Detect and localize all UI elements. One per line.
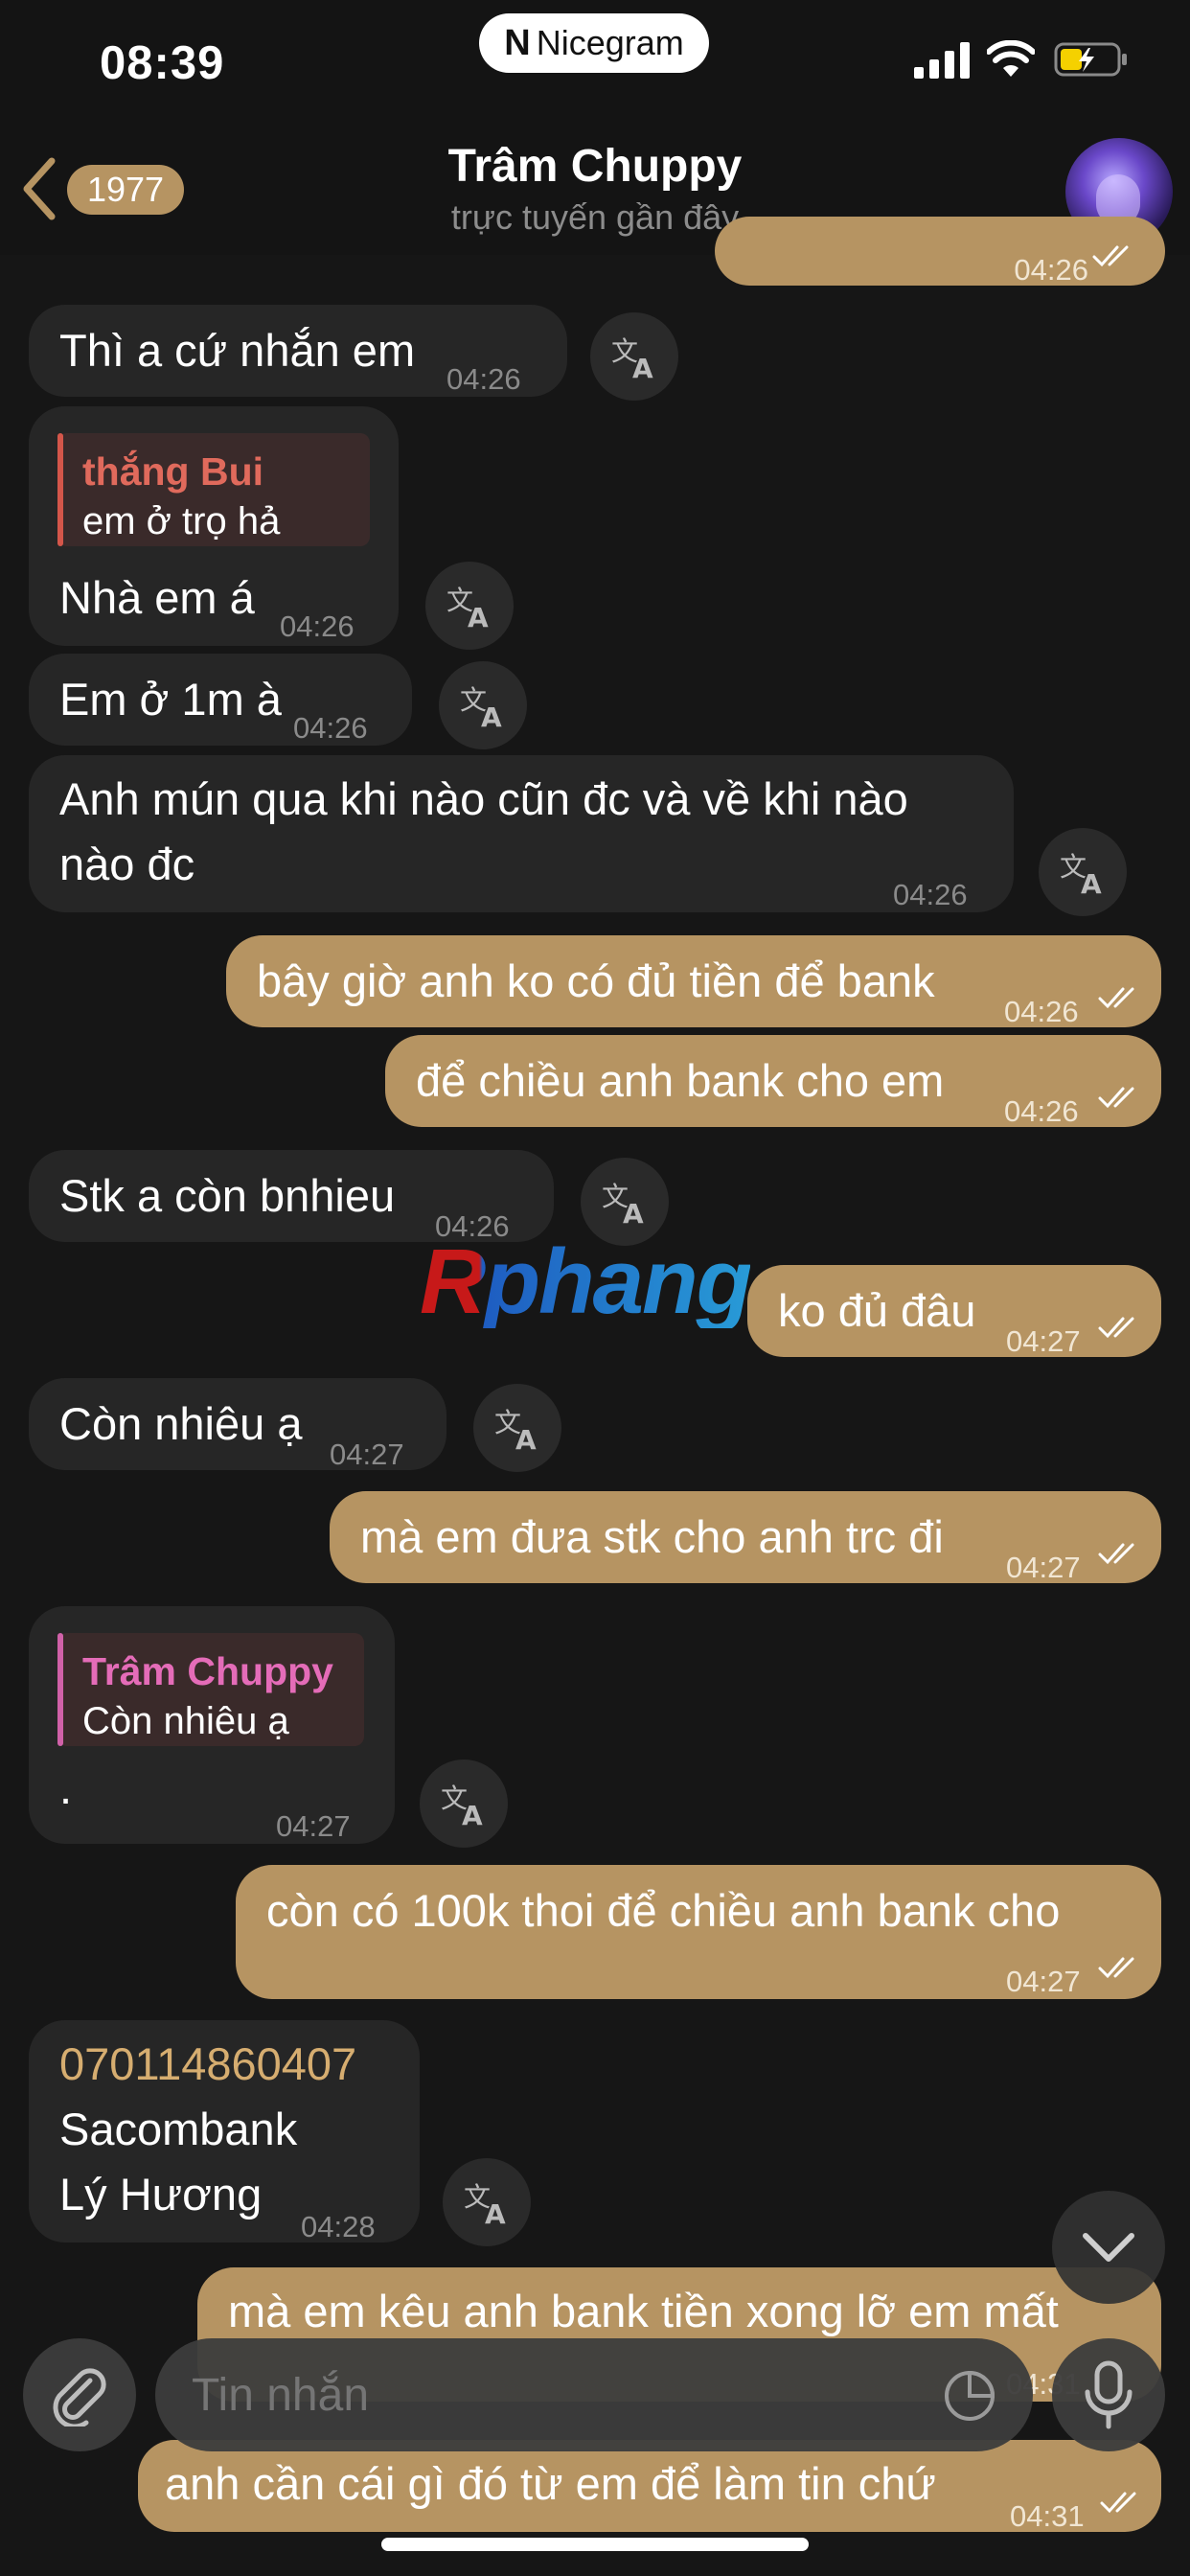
message-time: 04:26 [893,878,968,911]
battery-icon [1054,42,1127,77]
message-text: mà em kêu anh bank tiền xong lỡ em mất [228,2286,1059,2336]
reply-preview[interactable]: thắng Bui em ở trọ hả [57,433,370,546]
svg-text:A: A [632,353,653,383]
svg-text:A: A [468,602,489,632]
sticker-icon[interactable] [941,2367,998,2425]
message-time: 04:27 [1006,1324,1081,1358]
double-check-icon [1098,1087,1134,1109]
message-out[interactable]: ko đủ đâu 04:27 [747,1265,1161,1358]
svg-text:A: A [1081,868,1102,899]
message-in[interactable]: Trâm Chuppy Còn nhiêu ạ . 04:27 [29,1606,395,1844]
wifi-icon [987,40,1035,77]
message-time: 04:26 [446,362,521,396]
svg-text:A: A [481,702,502,732]
message-text: Nhà em á [59,572,255,623]
svg-text:A: A [462,1800,483,1830]
message-input[interactable] [190,2338,903,2453]
message-time: 04:27 [276,1809,351,1843]
nicegram-label: Nicegram [536,23,684,62]
double-check-icon [1100,2492,1136,2514]
paperclip-icon [53,2368,106,2426]
message-out[interactable]: mà em đưa stk cho anh trc đi 04:27 [330,1491,1161,1584]
message-text: còn có 100k thoi để chiều anh bank cho [266,1885,1061,1936]
message-in[interactable]: 070114860407 Sacombank Lý Hương 04:28 [29,2020,420,2243]
message-text: . [59,1762,73,1813]
watermark-logo: Rphang [420,1230,752,1333]
message-text: Stk a còn bnhieu [59,1170,396,1221]
message-time: 04:26 [280,610,355,643]
message-text: Anh mún qua khi nào cũn đc và về khi nào… [59,773,908,889]
svg-text:A: A [485,2198,506,2229]
message-time: 04:26 [1014,253,1088,287]
double-check-icon [1098,1957,1134,1979]
message-text: Thì a cứ nhắn em [59,325,416,376]
translate-icon: 文A [446,585,489,632]
translate-icon: 文A [464,2181,506,2229]
translate-button[interactable]: 文A [425,562,514,650]
message-text: anh cần cái gì đó từ em để làm tin chứ [165,2458,936,2509]
message-in[interactable]: Thì a cứ nhắn em 04:26 [29,305,567,397]
message-text: bây giờ anh ko có đủ tiền để bank [257,955,935,1006]
svg-text:A: A [515,1424,537,1455]
double-check-icon [1092,245,1129,267]
message-time: 04:26 [293,711,368,745]
reply-text: em ở trọ hả [82,500,281,542]
message-time: 04:28 [301,2210,376,2243]
translate-icon: 文A [611,335,653,383]
message-out[interactable]: 04:26 [715,217,1165,287]
translate-button[interactable]: 文A [420,1760,508,1848]
message-composer[interactable] [155,2338,1033,2453]
attach-button[interactable] [23,2338,136,2451]
translate-button[interactable]: 文A [439,661,527,749]
message-time: 04:31 [1010,2499,1085,2533]
microphone-icon [1085,2360,1133,2429]
message-text: ko đủ đâu [778,1285,976,1336]
message-out[interactable]: còn có 100k thoi để chiều anh bank cho 0… [236,1865,1161,1999]
double-check-icon [1098,1543,1134,1565]
message-text: Em ở 1m à [59,674,282,724]
translate-button[interactable]: 文A [443,2158,531,2246]
message-in[interactable]: Còn nhiêu ạ 04:27 [29,1378,446,1471]
translate-icon: 文A [460,684,502,732]
chat-title[interactable]: Trâm Chuppy [0,140,1190,193]
translate-icon: 文A [602,1181,644,1229]
translate-icon: 文A [494,1407,537,1455]
svg-text:A: A [623,1198,644,1229]
message-out[interactable]: để chiều anh bank cho em 04:26 [385,1035,1161,1128]
message-time: 04:27 [1006,1965,1081,1998]
message-text: Còn nhiêu ạ [59,1398,303,1449]
reply-preview[interactable]: Trâm Chuppy Còn nhiêu ạ [57,1633,364,1746]
message-time: 04:26 [1004,1094,1079,1128]
message-text: Sacombank Lý Hương [59,2104,298,2220]
translate-icon: 文A [441,1782,483,1830]
message-in[interactable]: thắng Bui em ở trọ hả Nhà em á 04:26 [29,406,399,646]
translate-button[interactable]: 文A [590,312,678,401]
message-in[interactable]: Em ở 1m à 04:26 [29,654,412,746]
double-check-icon [1098,987,1134,1009]
translate-icon: 文A [1060,851,1102,899]
nicegram-pill[interactable]: N Nicegram [479,13,709,73]
message-out[interactable]: bây giờ anh ko có đủ tiền để bank 04:26 [226,935,1161,1028]
microphone-button[interactable] [1052,2338,1165,2451]
reply-text: Còn nhiêu ạ [82,1700,289,1742]
message-text: để chiều anh bank cho em [416,1055,945,1106]
scroll-to-bottom-button[interactable] [1052,2191,1165,2304]
message-in[interactable]: Anh mún qua khi nào cũn đc và về khi nào… [29,755,1014,912]
translate-button[interactable]: 文A [1039,828,1127,916]
status-time: 08:39 [100,37,225,89]
chevron-down-icon [1083,2233,1134,2262]
account-number-link[interactable]: 070114860407 [59,2032,356,2097]
signal-icon [914,42,970,79]
message-in[interactable]: Stk a còn bnhieu 04:26 [29,1150,554,1243]
nicegram-logo-icon: N [504,22,531,63]
double-check-icon [1098,1317,1134,1339]
message-out[interactable]: anh cần cái gì đó từ em để làm tin chứ 0… [138,2440,1161,2533]
home-indicator [381,2538,809,2551]
message-time: 04:27 [330,1438,404,1471]
translate-button[interactable]: 文A [473,1384,561,1472]
message-time: 04:27 [1006,1551,1081,1584]
message-text: mà em đưa stk cho anh trc đi [360,1511,944,1562]
